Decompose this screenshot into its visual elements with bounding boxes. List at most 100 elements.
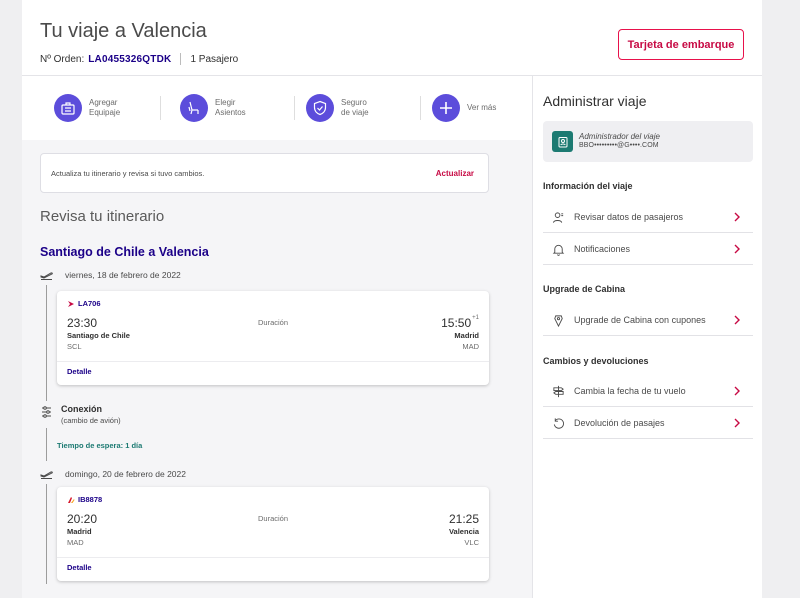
duration-label: Duración <box>257 514 288 523</box>
departure-city: Santiago de Chile <box>67 331 130 340</box>
flight-code: LA706 <box>78 299 101 308</box>
flight-detail-link[interactable]: Detalle <box>67 367 92 376</box>
card-divider <box>57 361 489 362</box>
chevron-right-icon <box>734 386 740 396</box>
service-label: Asientos <box>215 108 246 117</box>
admin-role: Administrador del viaje <box>579 132 660 141</box>
trip-admin-card: Administrador del viaje BBO•••••••••@G••… <box>543 121 753 162</box>
service-label: Seguro <box>341 98 367 107</box>
iberia-logo-icon <box>68 496 75 503</box>
service-label: Ver más <box>467 103 497 112</box>
ticket-refund-item[interactable]: Devolución de pasajes <box>543 408 753 439</box>
sidebar-title: Administrar viaje <box>543 93 647 109</box>
flight-card: IB8878 Duración 20:20 Madrid MAD 21:25 V… <box>57 487 489 581</box>
boarding-pass-button[interactable]: Tarjeta de embarque <box>618 29 744 60</box>
plane-takeoff-icon <box>40 272 53 280</box>
service-divider <box>294 96 295 120</box>
segment-date: domingo, 20 de febrero de 2022 <box>65 469 186 479</box>
departure-airport-code: SCL <box>67 342 82 351</box>
arrival-time-group: 15:50+1 <box>441 315 479 330</box>
passenger-count: 1 Pasajero <box>190 53 239 65</box>
service-label: Elegir <box>215 98 236 107</box>
add-luggage-button[interactable]: Agregar Equipaje <box>54 92 137 124</box>
update-link[interactable]: Actualizar <box>436 169 474 178</box>
connection-title: Conexión <box>61 404 103 414</box>
tag-icon <box>551 313 565 327</box>
see-more-button[interactable]: Ver más <box>432 92 515 124</box>
sidebar-item-label: Upgrade de Cabina con cupones <box>574 315 706 325</box>
service-divider <box>420 96 421 120</box>
plus-icon <box>432 94 460 122</box>
timeline-line <box>46 285 47 401</box>
arrival-airport-code: MAD <box>462 342 479 351</box>
luggage-icon <box>54 94 82 122</box>
refund-icon <box>551 416 565 430</box>
arrival-city: Valencia <box>448 527 479 536</box>
banner-text: Actualiza tu itinerario y revisa si tuvo… <box>51 169 205 178</box>
shield-icon <box>306 94 334 122</box>
service-divider <box>160 96 161 120</box>
route-title: Santiago de Chile a Valencia <box>40 245 209 259</box>
segment-date-row: viernes, 18 de febrero de 2022 <box>40 270 181 280</box>
section-title: Información del viaje <box>543 181 633 191</box>
arrival-time: 21:25 <box>448 512 479 526</box>
update-banner: Actualiza tu itinerario y revisa si tuvo… <box>40 153 489 193</box>
segment-date: viernes, 18 de febrero de 2022 <box>65 270 181 280</box>
connection-icon <box>42 406 51 418</box>
order-divider <box>180 53 182 65</box>
page-title: Tu viaje a Valencia <box>40 20 207 42</box>
sidebar-item-label: Devolución de pasajes <box>574 418 665 428</box>
arrival-airport-code: VLC <box>464 538 479 547</box>
itinerary-title: Revisa tu itinerario <box>40 208 165 225</box>
connection-subtitle: (cambio de avión) <box>61 416 121 425</box>
duration-label: Duración <box>257 318 288 327</box>
section-title: Upgrade de Cabina <box>543 284 626 294</box>
service-label: Agregar <box>89 98 118 107</box>
arrival-city: Madrid <box>454 331 479 340</box>
plane-takeoff-icon <box>40 471 53 479</box>
departure-airport-code: MAD <box>67 538 84 547</box>
departure-time: 20:20 <box>67 512 98 526</box>
sidebar-item-label: Cambia la fecha de tu vuelo <box>574 386 686 396</box>
order-info: Nº Orden: LA0455326QTDK 1 Pasajero <box>40 53 238 65</box>
services-bar: Agregar Equipaje Elegir Asientos Seguro … <box>22 76 532 140</box>
wait-time: Tiempo de espera: 1 día <box>57 441 143 450</box>
seat-icon <box>180 94 208 122</box>
chevron-right-icon <box>734 418 740 428</box>
bell-icon <box>551 242 565 256</box>
service-label: de viaje <box>341 108 369 117</box>
cabin-upgrade-item[interactable]: Upgrade de Cabina con cupones <box>543 305 753 336</box>
connection-info: Conexión (cambio de avión) <box>40 404 121 425</box>
chevron-right-icon <box>734 212 740 222</box>
choose-seats-button[interactable]: Elegir Asientos <box>180 92 263 124</box>
timeline-line <box>46 428 47 461</box>
order-code: LA0455326QTDK <box>88 53 172 65</box>
notifications-item[interactable]: Notificaciones <box>543 234 753 265</box>
flight-detail-link[interactable]: Detalle <box>67 563 92 572</box>
chevron-right-icon <box>734 315 740 325</box>
flight-code: IB8878 <box>78 495 103 504</box>
trip-header: Tu viaje a Valencia Nº Orden: LA0455326Q… <box>22 0 762 76</box>
change-flight-date-item[interactable]: Cambia la fecha de tu vuelo <box>543 376 753 407</box>
person-icon <box>551 210 565 224</box>
arrival-time: 15:50 <box>441 316 472 330</box>
travel-insurance-button[interactable]: Seguro de viaje <box>306 92 389 124</box>
admin-email: BBO•••••••••@G••••.COM <box>579 142 659 149</box>
flight-card: LA706 Duración 23:30 Santiago de Chile S… <box>57 291 489 385</box>
latam-logo-icon <box>68 300 74 307</box>
manage-trip-sidebar: Administrar viaje Administrador del viaj… <box>532 76 762 598</box>
card-divider <box>57 557 489 558</box>
signpost-icon <box>551 384 565 398</box>
review-passengers-item[interactable]: Revisar datos de pasajeros <box>543 202 753 233</box>
timeline-line <box>46 484 47 584</box>
chevron-right-icon <box>734 244 740 254</box>
order-label: Nº Orden: <box>40 53 85 65</box>
sidebar-item-label: Revisar datos de pasajeros <box>574 212 684 222</box>
departure-city: Madrid <box>67 527 92 536</box>
arrival-day-offset: +1 <box>472 315 479 321</box>
trip-page: Tu viaje a Valencia Nº Orden: LA0455326Q… <box>22 0 762 598</box>
departure-time: 23:30 <box>67 316 98 330</box>
service-label: Equipaje <box>89 108 121 117</box>
section-title: Cambios y devoluciones <box>543 356 649 366</box>
admin-badge-icon <box>552 131 573 152</box>
